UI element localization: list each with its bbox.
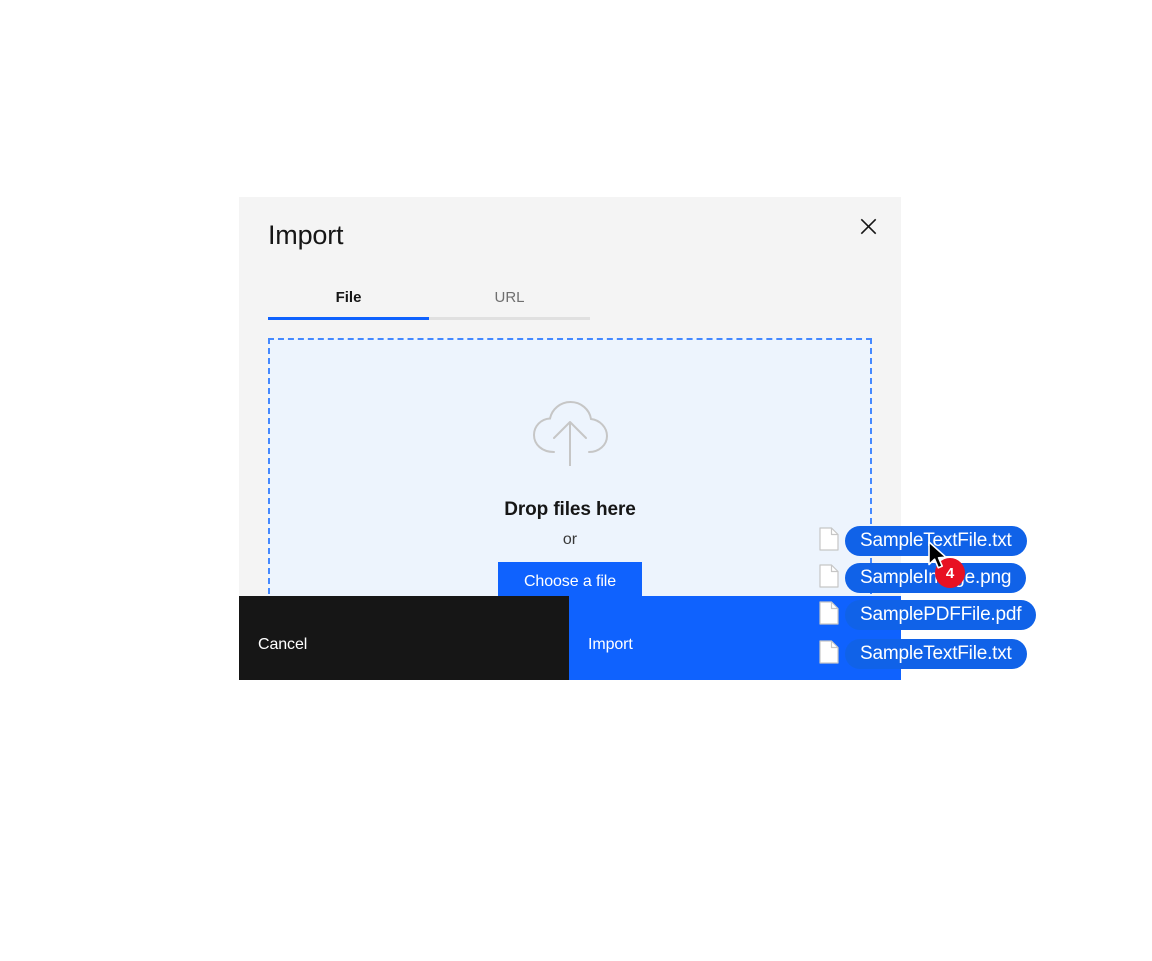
tab-url[interactable]: URL (429, 278, 590, 320)
dialog-header: Import (239, 197, 901, 275)
tab-file[interactable]: File (268, 278, 429, 320)
tab-list: File URL (268, 278, 590, 320)
page-title: Import (268, 220, 344, 250)
close-button[interactable] (844, 202, 892, 250)
dropzone-or-label: or (562, 531, 578, 548)
import-button[interactable]: Import (569, 596, 901, 680)
cloud-upload-icon (529, 396, 611, 477)
close-icon (860, 218, 877, 235)
drag-count-badge: 4 (935, 558, 965, 588)
cancel-button[interactable]: Cancel (239, 596, 569, 680)
arrow-cursor-icon (927, 541, 949, 578)
dropzone-title: Drop files here (504, 499, 636, 520)
screen: Import File URL Drop files here or Choos… (0, 0, 1152, 961)
import-dialog: Import File URL Drop files here or Choos… (239, 197, 901, 680)
dialog-footer: Cancel Import (239, 596, 901, 680)
